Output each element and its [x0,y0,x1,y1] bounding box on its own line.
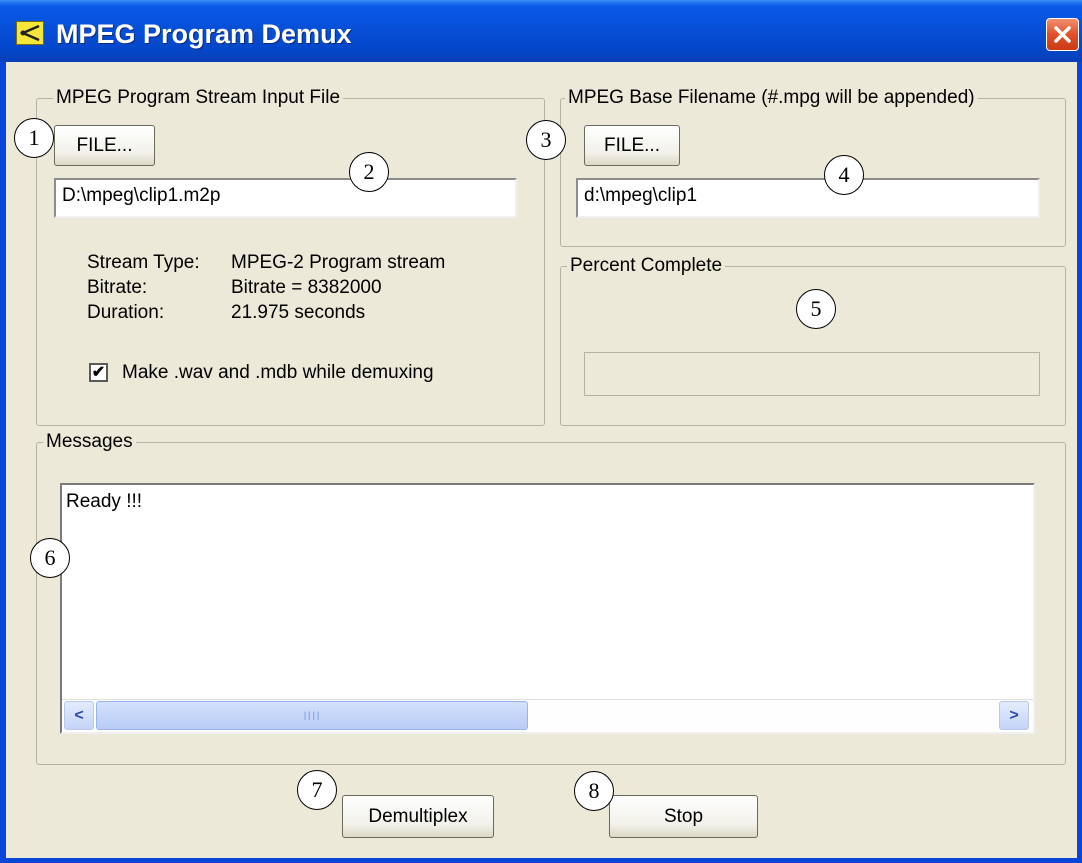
input-path-field[interactable]: D:\mpeg\clip1.m2p [54,178,517,218]
output-path-field[interactable]: d:\mpeg\clip1 [576,178,1040,218]
scroll-thumb[interactable]: IIII [96,701,528,730]
callout-2: 2 [349,152,389,192]
output-file-group: MPEG Base Filename (#.mpg will be append… [560,87,1066,247]
horizontal-scrollbar[interactable]: < IIII > [62,699,1033,732]
duration-value: 21.975 seconds [231,302,366,323]
bitrate-value: Bitrate = 8382000 [231,277,382,298]
callout-6: 6 [30,538,70,578]
demultiplex-button[interactable]: Demultiplex [342,795,494,838]
percent-complete-legend: Percent Complete [567,255,726,277]
messages-text: Ready !!! [66,491,143,512]
input-file-legend: MPEG Program Stream Input File [53,87,344,109]
title-bar[interactable]: MPEG Program Demux [0,0,1082,62]
progress-bar [584,352,1040,396]
bitrate-label: Bitrate: [87,277,148,298]
app-icon [16,21,44,45]
callout-3: 3 [526,120,566,160]
close-icon [1054,26,1071,43]
app-window: MPEG Program Demux MPEG Program Stream I… [0,0,1082,863]
input-file-button[interactable]: FILE... [54,125,155,166]
callout-1: 1 [14,118,54,158]
output-file-legend: MPEG Base Filename (#.mpg will be append… [565,87,978,109]
callout-5: 5 [796,289,836,329]
messages-legend: Messages [43,431,136,453]
make-wav-label[interactable]: Make .wav and .mdb while demuxing [122,362,434,384]
messages-textbox[interactable]: Ready !!! < IIII > [60,483,1035,734]
close-button[interactable] [1046,18,1079,51]
callout-7: 7 [297,770,337,810]
stream-type-label: Stream Type: [87,252,200,273]
stream-type-value: MPEG-2 Program stream [231,252,446,273]
stop-button[interactable]: Stop [609,795,758,838]
scroll-right-button[interactable]: > [999,701,1029,730]
duration-label: Duration: [87,302,165,323]
make-wav-checkbox[interactable]: ✔ [89,363,108,382]
output-file-button[interactable]: FILE... [584,125,680,166]
window-title: MPEG Program Demux [56,19,352,49]
callout-4: 4 [824,155,864,195]
dialog-client-area: MPEG Program Stream Input File FILE... D… [6,62,1077,858]
callout-8: 8 [574,771,614,811]
scroll-left-button[interactable]: < [64,701,94,730]
